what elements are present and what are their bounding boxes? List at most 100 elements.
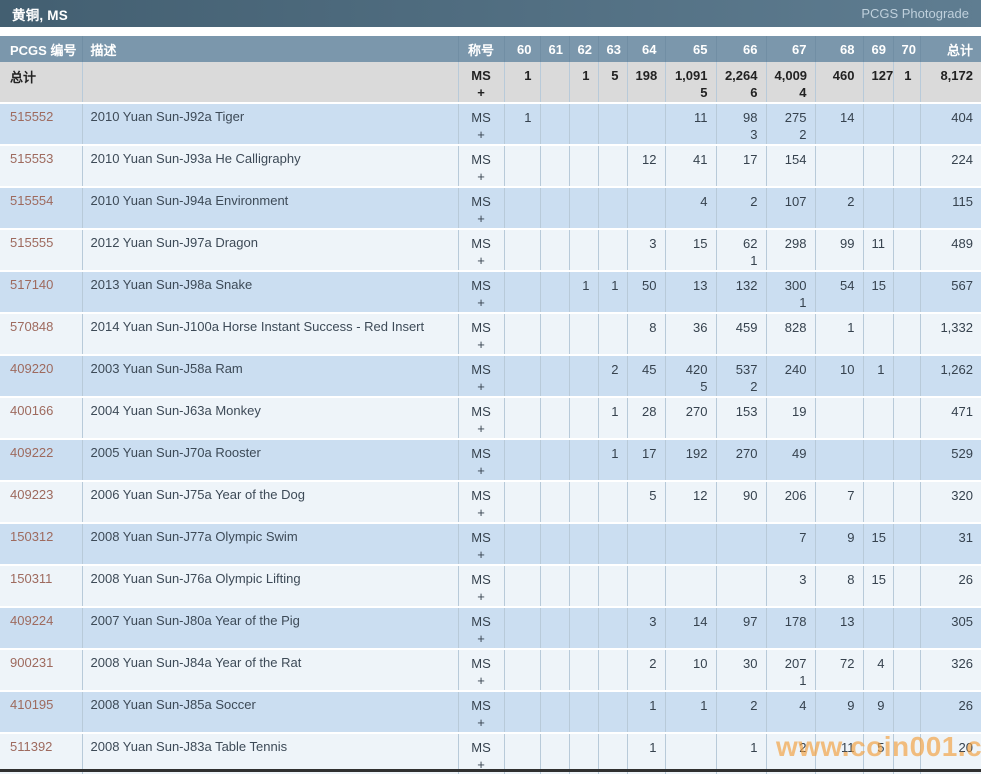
grade-cell-66: 2 xyxy=(716,691,766,733)
pcgs-number-link[interactable]: 570848 xyxy=(0,313,82,355)
grade-cell-68: 8 xyxy=(815,565,863,607)
grade-cell-60: 1 xyxy=(504,103,540,145)
grade-cell-62 xyxy=(569,355,598,397)
grade-cell-68: 7 xyxy=(815,481,863,523)
grade-cell-64: 45 xyxy=(627,355,665,397)
grade-cell-66: 2,2646 xyxy=(716,62,766,103)
description-cell: 2008 Yuan Sun-J76a Olympic Lifting xyxy=(82,565,458,607)
grade-cell-70 xyxy=(893,397,920,439)
table-row: 9002312008 Yuan Sun-J84a Year of the Rat… xyxy=(0,649,981,691)
pcgs-number-link[interactable]: 409220 xyxy=(0,355,82,397)
grade-cell-66 xyxy=(716,565,766,607)
grade-cell-68: 13 xyxy=(815,607,863,649)
pop-table: PCGS 编号描述称号6061626364656667686970总计 总计MS… xyxy=(0,36,981,776)
grade-cell-60 xyxy=(504,565,540,607)
grade-cell-61 xyxy=(540,355,569,397)
grade-cell-64: 28 xyxy=(627,397,665,439)
grade-cell-69: 15 xyxy=(863,271,893,313)
grade-cell-65: 11 xyxy=(665,103,716,145)
total-cell: 26 xyxy=(920,691,981,733)
grade-cell-66: 153 xyxy=(716,397,766,439)
grade-cell-65: 36 xyxy=(665,313,716,355)
grade-cell-70 xyxy=(893,439,920,481)
grade-cell-63: 2 xyxy=(598,355,627,397)
grade-cell-62 xyxy=(569,523,598,565)
pcgs-number-link[interactable]: 515554 xyxy=(0,187,82,229)
grade-cell-60 xyxy=(504,313,540,355)
grade-cell-70 xyxy=(893,187,920,229)
grade-cell-67: 2071 xyxy=(766,649,815,691)
pcgs-number-link[interactable]: 517140 xyxy=(0,271,82,313)
description-cell: 2014 Yuan Sun-J100a Horse Instant Succes… xyxy=(82,313,458,355)
grade-cell-68: 2 xyxy=(815,187,863,229)
grade-cell-67: 240 xyxy=(766,355,815,397)
grade-cell-61 xyxy=(540,313,569,355)
grade-cell-66: 270 xyxy=(716,439,766,481)
grade-cell-66: 2 xyxy=(716,187,766,229)
grade-cell-67: 828 xyxy=(766,313,815,355)
grade-cell-62: 1 xyxy=(569,62,598,103)
grade-cell-66: 459 xyxy=(716,313,766,355)
grade-cell-66: 30 xyxy=(716,649,766,691)
grade-cell-63 xyxy=(598,145,627,187)
pcgs-number-link[interactable]: 515553 xyxy=(0,145,82,187)
grade-cell-61 xyxy=(540,439,569,481)
grade-cell-61 xyxy=(540,691,569,733)
description-cell: 2008 Yuan Sun-J77a Olympic Swim xyxy=(82,523,458,565)
grade-cell-65: 1,0915 xyxy=(665,62,716,103)
pcgs-number-link[interactable]: 409223 xyxy=(0,481,82,523)
table-row: 4092242007 Yuan Sun-J80a Year of the Pig… xyxy=(0,607,981,649)
grade-cell-68 xyxy=(815,439,863,481)
total-cell: 529 xyxy=(920,439,981,481)
designation-cell: MS+ xyxy=(458,565,504,607)
grade-cell-64: 198 xyxy=(627,62,665,103)
grade-cell-64: 8 xyxy=(627,313,665,355)
grade-cell-69 xyxy=(863,481,893,523)
grade-cell-63: 1 xyxy=(598,439,627,481)
pcgs-number-link[interactable]: 150311 xyxy=(0,565,82,607)
pcgs-number-link[interactable]: 409222 xyxy=(0,439,82,481)
grade-cell-70 xyxy=(893,103,920,145)
grade-cell-61 xyxy=(540,103,569,145)
description-cell: 2003 Yuan Sun-J58a Ram xyxy=(82,355,458,397)
pcgs-number-link[interactable]: 409224 xyxy=(0,607,82,649)
pcgs-number-link[interactable]: 410195 xyxy=(0,691,82,733)
grade-cell-68: 9 xyxy=(815,691,863,733)
total-cell: 115 xyxy=(920,187,981,229)
grade-cell-70: 1 xyxy=(893,62,920,103)
grade-cell-69: 127 xyxy=(863,62,893,103)
pcgs-number-link[interactable]: 400166 xyxy=(0,397,82,439)
pcgs-number-link[interactable]: 150312 xyxy=(0,523,82,565)
pcgs-number-link[interactable]: 900231 xyxy=(0,649,82,691)
grade-cell-61 xyxy=(540,187,569,229)
pcgs-number-link[interactable]: 515552 xyxy=(0,103,82,145)
grade-cell-63 xyxy=(598,313,627,355)
grade-cell-70 xyxy=(893,691,920,733)
grade-cell-66: 97 xyxy=(716,607,766,649)
designation-cell: MS+ xyxy=(458,145,504,187)
grade-cell-60 xyxy=(504,397,540,439)
grade-cell-65: 192 xyxy=(665,439,716,481)
grade-cell-70 xyxy=(893,481,920,523)
grade-cell-67: 7 xyxy=(766,523,815,565)
header-gap xyxy=(0,27,981,36)
grade-cell-62 xyxy=(569,607,598,649)
pcgs-photograde-label: PCGS Photograde xyxy=(861,6,969,21)
grade-cell-64: 3 xyxy=(627,607,665,649)
grade-cell-63 xyxy=(598,187,627,229)
designation-cell: MS+ xyxy=(458,103,504,145)
grade-cell-65 xyxy=(665,523,716,565)
grade-cell-63 xyxy=(598,607,627,649)
grade-cell-67: 4,0094 xyxy=(766,62,815,103)
designation-cell: MS+ xyxy=(458,523,504,565)
table-row: 4092202003 Yuan Sun-J58a RamMS+245420553… xyxy=(0,355,981,397)
description-cell: 2005 Yuan Sun-J70a Rooster xyxy=(82,439,458,481)
grade-cell-60: 1 xyxy=(504,62,540,103)
description-cell: 2010 Yuan Sun-J92a Tiger xyxy=(82,103,458,145)
grade-cell-65: 15 xyxy=(665,229,716,271)
total-cell: 26 xyxy=(920,565,981,607)
table-row: 5155522010 Yuan Sun-J92a TigerMS+1119832… xyxy=(0,103,981,145)
pcgs-number-link[interactable]: 515555 xyxy=(0,229,82,271)
grade-cell-62 xyxy=(569,439,598,481)
table-row: 4001662004 Yuan Sun-J63a MonkeyMS+128270… xyxy=(0,397,981,439)
